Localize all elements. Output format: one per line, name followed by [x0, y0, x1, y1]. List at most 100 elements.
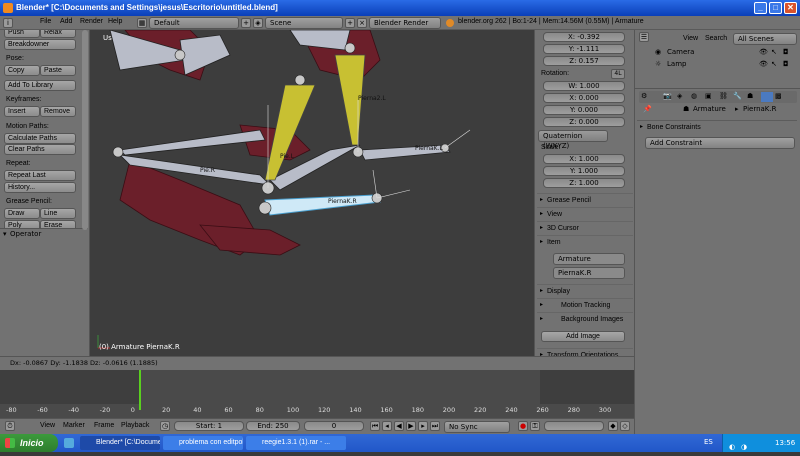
close-button[interactable]: ✕: [784, 2, 797, 14]
task-browser[interactable]: problema con editpol...: [163, 436, 243, 450]
bone-constraints-panel[interactable]: Bone Constraints: [637, 120, 797, 134]
paste-button[interactable]: Paste: [40, 65, 76, 76]
panel-motion-tracking[interactable]: Motion Tracking: [537, 298, 633, 312]
panel-grease-pencil[interactable]: Grease Pencil: [537, 193, 633, 207]
timeline[interactable]: -80 -60 -40 -20 0 20 40 60 80 100 120 140 160 180 200 2…: [0, 370, 634, 418]
start-button[interactable]: Inicio: [0, 434, 58, 452]
outliner-row-camera[interactable]: ◉ Camera 👁 ↖ ◘: [655, 48, 795, 58]
repeat-last-button[interactable]: Repeat Last: [4, 170, 76, 181]
push-button[interactable]: Push: [4, 30, 40, 38]
task-blender[interactable]: Blender* [C:\Docume...: [80, 436, 160, 450]
scene-icon[interactable]: ◈: [253, 18, 263, 28]
scene-tab-icon[interactable]: ◈: [677, 92, 682, 100]
maximize-button[interactable]: □: [769, 2, 782, 14]
rotation-z-field[interactable]: Z: 0.000: [543, 117, 625, 127]
sync-dropdown[interactable]: No Sync: [444, 421, 510, 433]
scale-y-field[interactable]: Y: 1.000: [543, 166, 625, 176]
constraints-tab-icon[interactable]: ⛓: [719, 92, 728, 100]
cursor-icon[interactable]: ↖: [771, 48, 777, 56]
rotation-mode-dropdown[interactable]: Quaternion (WXYZ): [538, 130, 608, 150]
outliner-menu-search[interactable]: Search: [705, 35, 727, 42]
location-z-field[interactable]: Z: 0.157: [543, 56, 625, 66]
add-to-library-button[interactable]: Add To Library: [4, 80, 76, 91]
menu-render[interactable]: Render: [80, 18, 103, 25]
play-reverse-icon[interactable]: ◀: [394, 421, 404, 431]
language-indicator[interactable]: ES: [704, 438, 713, 446]
location-x-field[interactable]: X: -0.392: [543, 32, 625, 42]
render-icon[interactable]: ◘: [783, 60, 789, 68]
copy-button[interactable]: Copy: [4, 65, 40, 76]
scale-z-field[interactable]: Z: 1.000: [543, 178, 625, 188]
add-scene-button[interactable]: +: [345, 18, 355, 28]
prev-key-icon[interactable]: ◂: [382, 421, 392, 431]
menu-add[interactable]: Add: [60, 18, 72, 25]
play-icon[interactable]: ▶: [406, 421, 416, 431]
rotation-lock-4l[interactable]: 4L: [611, 69, 625, 79]
screen-layout-icon[interactable]: ▦: [137, 18, 147, 28]
menu-file[interactable]: File: [40, 18, 51, 25]
modifier-tab-icon[interactable]: 🔧: [733, 92, 742, 100]
start-frame-field[interactable]: Start: 1: [174, 421, 244, 431]
world-tab-icon[interactable]: ◍: [691, 92, 697, 100]
outliner-editor-icon[interactable]: ☰: [639, 32, 649, 42]
clear-paths-button[interactable]: Clear Paths: [4, 144, 76, 155]
outliner-menu-view[interactable]: View: [683, 35, 698, 42]
menu-help[interactable]: Help: [108, 18, 122, 25]
render-icon[interactable]: ◘: [783, 48, 789, 56]
keying-icon[interactable]: ⚿: [530, 421, 540, 431]
insert-key-icon[interactable]: ◆: [608, 421, 618, 431]
cursor-icon[interactable]: ↖: [771, 60, 777, 68]
draw-button[interactable]: Draw: [4, 208, 40, 219]
eye-icon[interactable]: 👁: [759, 48, 768, 56]
task-winrar[interactable]: reegie1.3.1 (1).rar - ...: [246, 436, 346, 450]
toolshelf-scrollbar[interactable]: [82, 30, 88, 230]
tray-icon[interactable]: ◑: [741, 438, 747, 456]
breakdowner-button[interactable]: Breakdowner: [4, 39, 76, 50]
rotation-y-field[interactable]: Y: 0.000: [543, 105, 625, 115]
quicklaunch-icon[interactable]: [64, 438, 74, 448]
data-tab-icon[interactable]: ☗: [747, 92, 753, 100]
panel-item[interactable]: Item: [537, 235, 633, 249]
eye-icon[interactable]: 👁: [759, 60, 768, 68]
panel-view[interactable]: View: [537, 207, 633, 221]
record-icon[interactable]: ●: [518, 421, 528, 431]
scale-x-field[interactable]: X: 1.000: [543, 154, 625, 164]
jump-start-icon[interactable]: ⏮: [370, 421, 380, 431]
scene-dropdown[interactable]: Scene: [265, 17, 343, 29]
delete-key-icon[interactable]: ◇: [620, 421, 630, 431]
remove-keyframe-button[interactable]: Remove: [40, 106, 76, 117]
insert-keyframe-button[interactable]: Insert: [4, 106, 40, 117]
scenes-dropdown[interactable]: All Scenes: [733, 33, 797, 45]
panel-3d-cursor[interactable]: 3D Cursor: [537, 221, 633, 235]
3d-viewport[interactable]: User Ortho: [90, 30, 534, 356]
render-tab-icon[interactable]: 📷: [663, 92, 672, 100]
armature-name-field[interactable]: Armature: [553, 253, 625, 265]
minimize-button[interactable]: _: [754, 2, 767, 14]
add-layout-button[interactable]: +: [241, 18, 251, 28]
properties-editor-icon[interactable]: ⚙: [641, 92, 647, 100]
tl-menu-view[interactable]: View: [40, 422, 55, 429]
tray-icon[interactable]: ◐: [729, 438, 735, 456]
timeline-editor-icon[interactable]: ⏱: [5, 421, 15, 431]
relax-button[interactable]: Relax: [40, 30, 76, 38]
info-editor-icon[interactable]: i: [3, 18, 13, 28]
preview-range-icon[interactable]: ◷: [160, 421, 170, 431]
bone-constraint-tab-icon[interactable]: [761, 92, 773, 102]
playhead[interactable]: [139, 370, 141, 410]
tl-menu-frame[interactable]: Frame: [94, 422, 114, 429]
add-constraint-dropdown[interactable]: Add Constraint: [645, 137, 795, 149]
tl-menu-playback[interactable]: Playback: [121, 422, 149, 429]
texture-tab-icon[interactable]: ▩: [775, 92, 782, 100]
end-frame-field[interactable]: End: 250: [246, 421, 300, 431]
current-frame-field[interactable]: 0: [304, 421, 364, 431]
operator-panel-header[interactable]: ▾ Operator: [0, 228, 88, 240]
tl-menu-marker[interactable]: Marker: [63, 422, 85, 429]
panel-background-images[interactable]: Background Images: [537, 312, 633, 326]
panel-transform-orientations[interactable]: Transform Orientations: [537, 348, 633, 356]
add-image-button[interactable]: Add Image: [541, 331, 625, 342]
history-button[interactable]: History...: [4, 182, 76, 193]
keying-set-field[interactable]: [544, 421, 604, 431]
bone-name-field[interactable]: PiernaK.R: [553, 267, 625, 279]
outliner-row-lamp[interactable]: ☼ Lamp 👁 ↖ ◘: [655, 60, 795, 70]
line-button[interactable]: Line: [40, 208, 76, 219]
